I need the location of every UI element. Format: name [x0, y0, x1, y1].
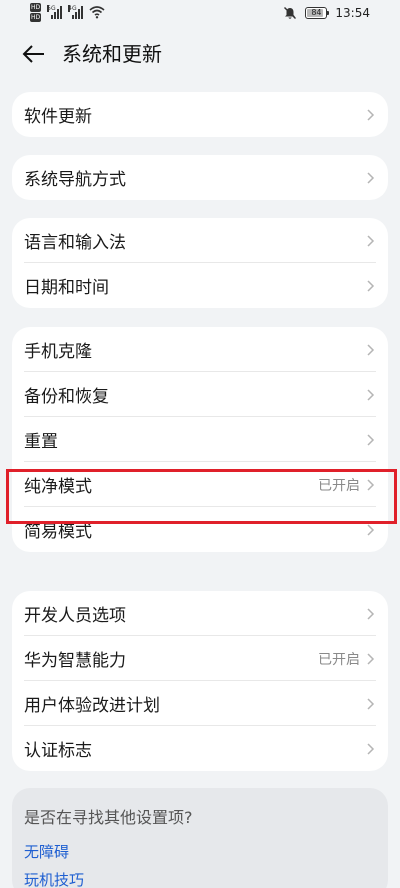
item-label: 系统导航方式: [24, 170, 126, 190]
settings-item-backup-restore[interactable]: 备份和恢复: [12, 372, 388, 417]
item-label: 开发人员选项: [24, 606, 126, 626]
status-right: 84 13:54: [283, 6, 370, 20]
item-label: 软件更新: [24, 107, 92, 127]
chevron-right-icon: [367, 433, 375, 446]
item-label: 华为智慧能力: [24, 651, 126, 671]
network-type-sim1: 5G: [47, 5, 56, 12]
settings-group-software-update: 软件更新: [12, 92, 388, 137]
settings-item-phone-clone[interactable]: 手机克隆: [12, 327, 388, 372]
settings-item-pure-mode[interactable]: 纯净模式 已开启: [12, 462, 388, 507]
link-tips[interactable]: 玩机技巧: [24, 866, 376, 888]
chevron-right-icon: [367, 478, 375, 491]
wifi-icon: [89, 6, 105, 19]
chevron-right-icon: [367, 171, 375, 184]
chevron-right-icon: [367, 607, 375, 620]
network-type-sim2: 4G: [68, 5, 77, 12]
chevron-right-icon: [367, 279, 375, 292]
item-label: 语言和输入法: [24, 233, 126, 253]
chevron-right-icon: [367, 742, 375, 755]
chevron-right-icon: [367, 343, 375, 356]
settings-group-navigation: 系统导航方式: [12, 155, 388, 200]
battery-icon: 84: [305, 7, 330, 19]
item-label: 简易模式: [24, 522, 92, 542]
settings-item-simple-mode[interactable]: 简易模式: [12, 507, 388, 552]
hd-badge-1: HD: [30, 3, 42, 12]
page-title: 系统和更新: [62, 42, 162, 66]
settings-group-advanced: 开发人员选项 华为智慧能力 已开启 用户体验改进计划 认证标志: [12, 591, 388, 771]
item-label: 用户体验改进计划: [24, 696, 160, 716]
item-label: 重置: [24, 432, 58, 452]
chevron-right-icon: [367, 234, 375, 247]
item-status-value: 已开启: [318, 477, 360, 494]
settings-group-device-modes: 手机克隆 备份和恢复 重置 纯净模式 已开启 简易模式: [12, 327, 388, 552]
settings-item-language-input[interactable]: 语言和输入法: [12, 218, 388, 263]
settings-item-huawei-ai[interactable]: 华为智慧能力 已开启: [12, 636, 388, 681]
chevron-right-icon: [367, 697, 375, 710]
status-bar: HD HD 5G 4G 84 13:54: [0, 0, 400, 30]
settings-item-user-experience[interactable]: 用户体验改进计划: [12, 681, 388, 726]
mute-icon: [284, 7, 297, 19]
hd-badge-2: HD: [30, 13, 42, 22]
signal-icon-sim2: 4G: [68, 5, 84, 19]
chevron-right-icon: [367, 388, 375, 401]
chevron-right-icon: [367, 108, 375, 121]
help-card: 是否在寻找其他设置项? 无障碍 玩机技巧: [12, 788, 388, 888]
page-header: 系统和更新: [0, 30, 400, 78]
settings-group-language-date: 语言和输入法 日期和时间: [12, 218, 388, 308]
signal-icon-sim1: 5G: [47, 5, 63, 19]
item-label: 备份和恢复: [24, 387, 109, 407]
settings-item-date-time[interactable]: 日期和时间: [12, 263, 388, 308]
volte-badges: HD HD: [30, 3, 42, 22]
chevron-right-icon: [367, 523, 375, 536]
settings-item-reset[interactable]: 重置: [12, 417, 388, 462]
help-title: 是否在寻找其他设置项?: [24, 808, 193, 827]
settings-item-developer-options[interactable]: 开发人员选项: [12, 591, 388, 636]
back-arrow-icon[interactable]: [20, 42, 48, 66]
link-accessibility[interactable]: 无障碍: [24, 838, 376, 866]
item-status-value: 已开启: [318, 651, 360, 668]
status-left: HD HD 5G 4G: [30, 3, 105, 22]
clock: 13:54: [335, 6, 370, 20]
item-label: 日期和时间: [24, 278, 109, 298]
chevron-right-icon: [367, 652, 375, 665]
item-label: 手机克隆: [24, 342, 92, 362]
item-label: 认证标志: [24, 741, 92, 761]
settings-item-certification[interactable]: 认证标志: [12, 726, 388, 771]
item-label: 纯净模式: [24, 477, 92, 497]
settings-item-system-navigation[interactable]: 系统导航方式: [12, 155, 388, 200]
battery-percent: 84: [311, 8, 322, 17]
settings-item-software-update[interactable]: 软件更新: [12, 92, 388, 137]
